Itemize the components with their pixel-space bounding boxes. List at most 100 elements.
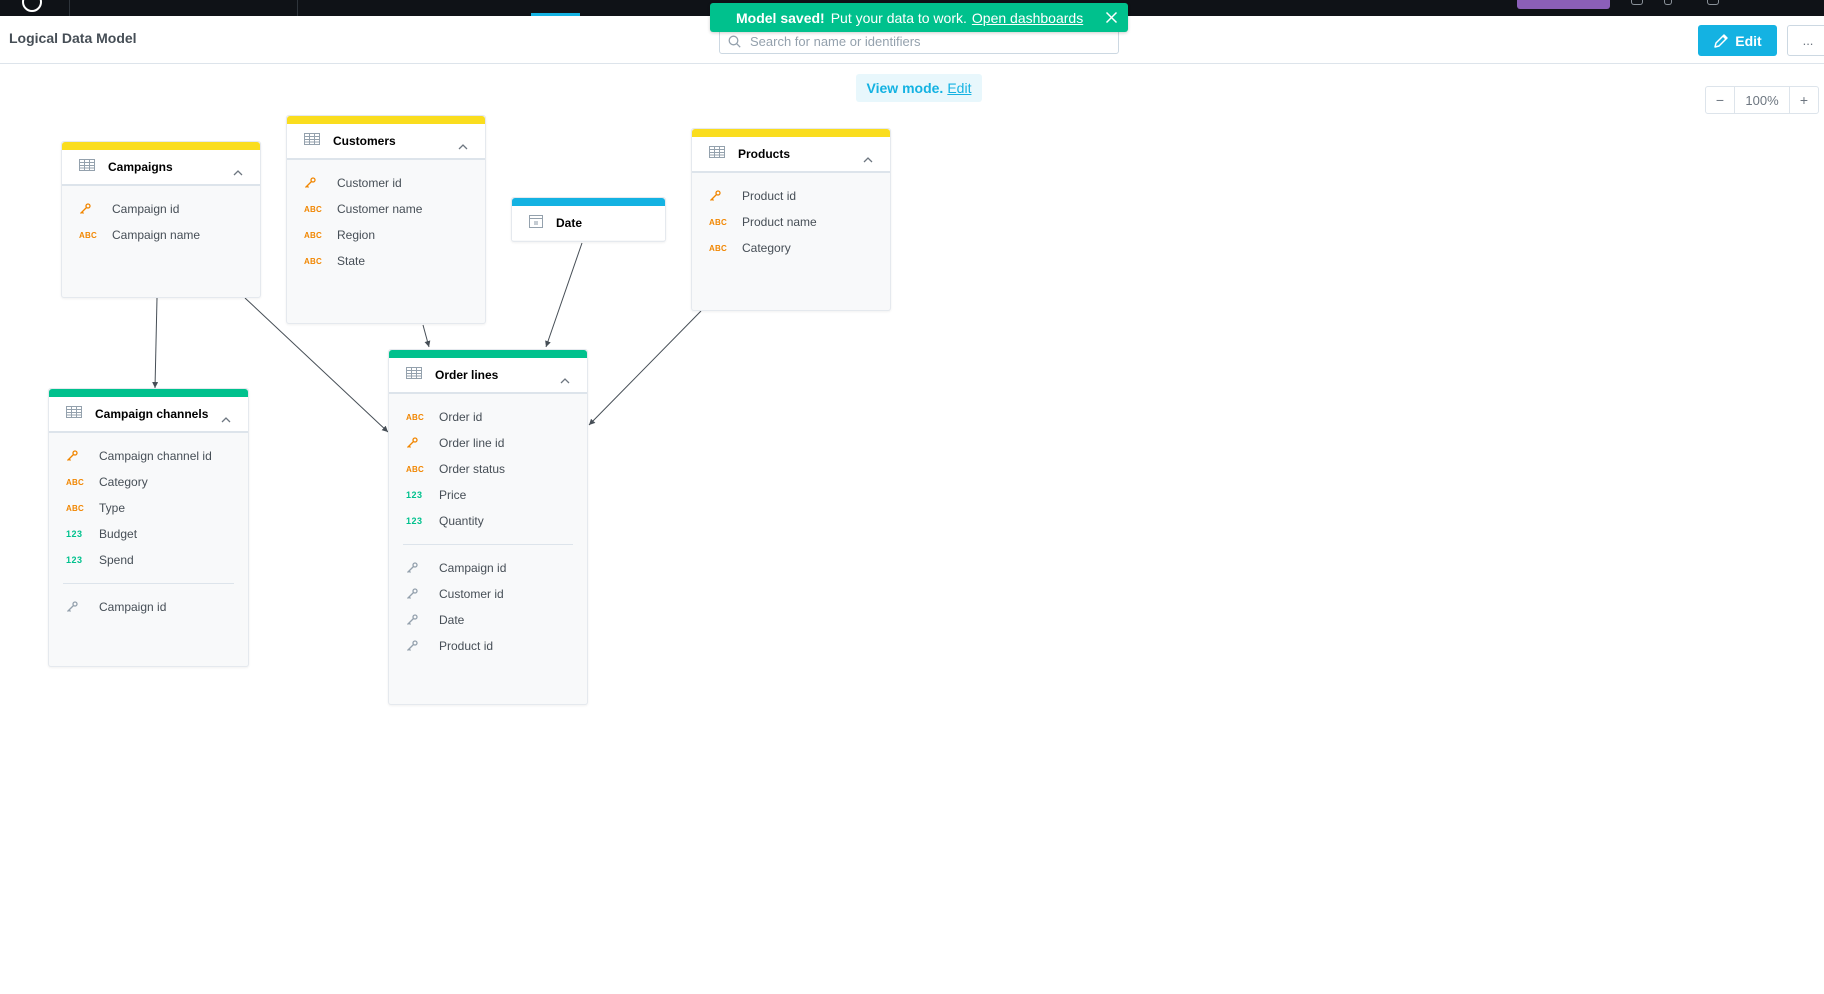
field-row[interactable]: ABC Campaign name [62,222,260,248]
key-icon [389,437,439,449]
field-row[interactable]: 123 Quantity [389,508,587,534]
reference-row[interactable]: Product id [389,633,587,659]
chevron-up-icon[interactable] [560,371,570,389]
field-name: Price [439,488,467,502]
open-dashboards-link[interactable]: Open dashboards [972,10,1083,26]
reference-row[interactable]: Customer id [389,581,587,607]
field-row[interactable]: Campaign id [62,196,260,222]
relationship-customers-to-order-lines [422,324,431,348]
dataset-order-lines[interactable]: Order lines ABC Order id Order line id A… [388,349,588,705]
dataset-fields: Campaign channel id ABC Category ABC Typ… [49,433,248,620]
field-row[interactable]: Customer id [287,170,485,196]
view-mode-banner: View mode. Edit [856,74,982,102]
search-input[interactable] [750,33,1110,49]
dataset-campaigns[interactable]: Campaigns Campaign id ABC Campaign name [61,141,261,298]
zoom-in-button[interactable]: + [1790,87,1818,113]
field-row[interactable]: Order line id [389,430,587,456]
key-icon [62,203,112,215]
field-name: Order id [439,410,483,424]
calendar-icon [529,214,543,233]
field-name: Category [742,241,791,255]
field-row[interactable]: Campaign channel id [49,443,248,469]
close-icon[interactable] [1105,11,1118,27]
reference-row[interactable]: Campaign id [49,594,248,620]
reference-key-icon [389,614,439,626]
reference-row[interactable]: Campaign id [389,555,587,581]
dataset-title: Campaigns [108,160,173,174]
reference-row[interactable]: Date [389,607,587,633]
user-icon[interactable] [1664,0,1672,5]
dataset-color-bar [692,129,890,137]
dataset-header[interactable]: Campaigns [62,150,260,186]
relationship-date-to-order-lines [545,242,583,348]
fact-icon: 123 [406,516,423,526]
dataset-date[interactable]: Date [511,197,666,242]
field-row[interactable]: ABC Customer name [287,196,485,222]
key-icon [287,177,337,189]
help-icon[interactable] [1631,0,1643,5]
field-row[interactable]: ABC Category [692,235,890,261]
field-name: Product id [742,189,797,203]
relationship-lines [152,242,702,433]
chevron-up-icon[interactable] [221,410,231,428]
field-row[interactable]: ABC Product name [692,209,890,235]
dataset-title: Order lines [435,368,499,382]
chevron-up-icon[interactable] [458,137,468,155]
reference-key-icon [389,588,439,600]
dataset-color-bar [287,116,485,124]
dataset-header[interactable]: Customers [287,124,485,160]
field-row[interactable]: ABC Category [49,469,248,495]
field-row[interactable]: 123 Price [389,482,587,508]
dataset-header[interactable]: Date [512,206,665,240]
table-icon [406,366,422,384]
field-name: Date [439,613,465,627]
field-name: Order line id [439,436,505,450]
dataset-fields: Customer id ABC Customer name ABC Region… [287,160,485,274]
field-name: Product name [742,215,817,229]
field-name: Customer id [337,176,402,190]
dataset-header[interactable]: Products [692,137,890,173]
dataset-customers[interactable]: Customers Customer id ABC Customer name … [286,115,486,324]
dataset-color-bar [49,389,248,397]
key-icon [692,190,742,202]
dataset-color-bar [512,198,665,206]
dataset-title: Customers [333,134,396,148]
field-name: Quantity [439,514,484,528]
field-name: Campaign name [112,228,201,242]
dataset-color-bar [62,142,260,150]
dataset-header[interactable]: Order lines [389,358,587,394]
dataset-products[interactable]: Products Product id ABC Product name ABC… [691,128,891,311]
field-name: Order status [439,462,506,476]
field-row[interactable]: 123 Spend [49,547,248,573]
dataset-fields: ABC Order id Order line id ABC Order sta… [389,394,587,659]
field-row[interactable]: ABC State [287,248,485,274]
view-mode-edit-link[interactable]: Edit [947,80,971,96]
nav-divider [297,0,298,16]
field-name: Campaign id [99,600,167,614]
chevron-up-icon[interactable] [233,163,243,181]
logo-icon[interactable] [22,0,42,12]
dataset-campaign-channels[interactable]: Campaign channels Campaign channel id AB… [48,388,249,667]
field-row[interactable]: ABC Region [287,222,485,248]
attribute-icon: ABC [66,477,84,487]
field-row[interactable]: Product id [692,183,890,209]
fact-icon: 123 [66,555,83,565]
dataset-title: Products [738,147,791,161]
key-icon [49,450,99,462]
zoom-out-button[interactable]: − [1706,87,1734,113]
dataset-header[interactable]: Campaign channels [49,397,248,433]
field-row[interactable]: ABC Order id [389,404,587,430]
field-divider [403,544,573,545]
chevron-up-icon[interactable] [863,150,873,168]
upgrade-button[interactable] [1517,0,1610,9]
more-options-button[interactable]: ... [1787,25,1824,56]
field-row[interactable]: ABC Type [49,495,248,521]
relationship-campaigns-to-campaign-channels [152,297,159,389]
nav-divider [69,0,70,16]
edit-button[interactable]: Edit [1698,25,1777,56]
field-row[interactable]: 123 Budget [49,521,248,547]
field-row[interactable]: ABC Order status [389,456,587,482]
apps-icon[interactable] [1707,0,1719,5]
zoom-level: 100% [1734,87,1790,113]
dataset-color-bar [389,350,587,358]
